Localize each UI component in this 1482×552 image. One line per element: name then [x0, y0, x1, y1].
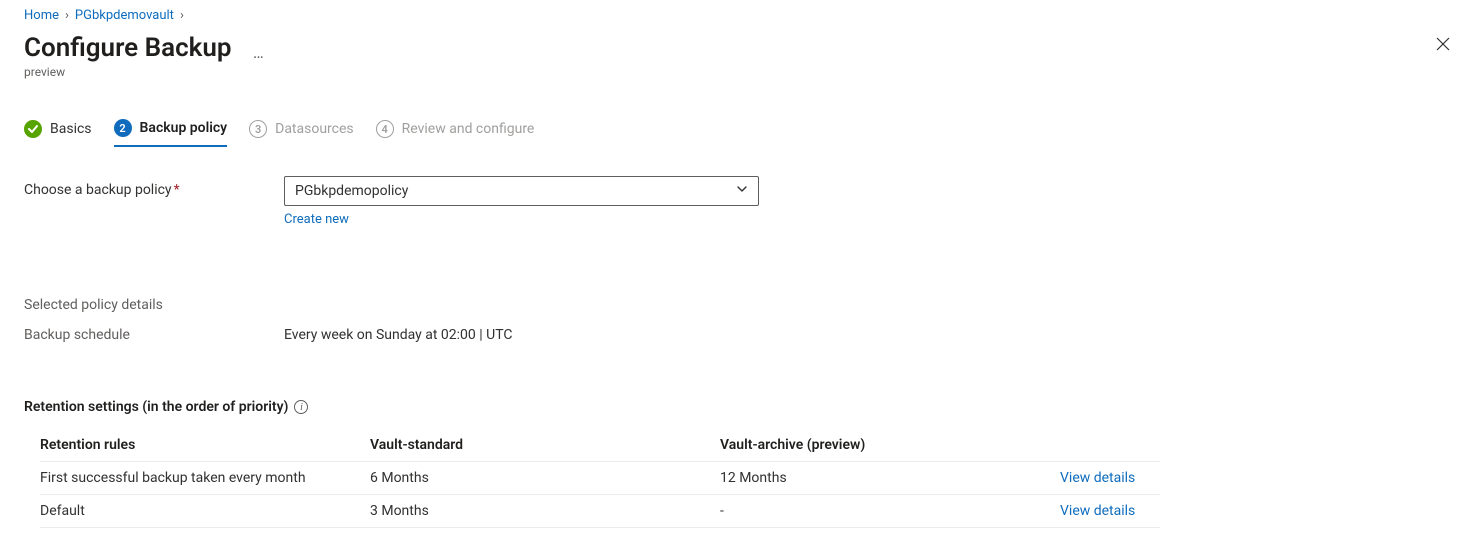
page-header: Configure Backup … preview: [24, 33, 1458, 79]
close-button[interactable]: [1428, 33, 1458, 59]
cell-archive: -: [720, 503, 1060, 519]
step-label: Backup policy: [140, 120, 228, 136]
cell-rule: First successful backup taken every mont…: [40, 470, 370, 486]
table-row: First successful backup taken every mont…: [40, 462, 1160, 495]
cell-archive: 12 Months: [720, 470, 1060, 486]
field-backup-policy: Choose a backup policy* PGbkpdemopolicy …: [24, 176, 1458, 227]
required-marker: *: [174, 182, 180, 198]
breadcrumb-home[interactable]: Home: [24, 8, 59, 23]
backup-policy-select[interactable]: PGbkpdemopolicy: [284, 176, 759, 206]
chevron-down-icon: [736, 183, 748, 199]
cell-standard: 3 Months: [370, 503, 720, 519]
selected-policy-heading: Selected policy details: [24, 297, 1458, 313]
table-row: Default 3 Months - View details: [40, 495, 1160, 528]
field-label: Choose a backup policy*: [24, 176, 264, 198]
check-icon: [24, 120, 42, 138]
preview-badge: preview: [24, 65, 265, 79]
breadcrumb-separator: ›: [180, 8, 184, 23]
breadcrumb-separator: ›: [65, 8, 69, 23]
info-icon[interactable]: i: [294, 400, 308, 414]
more-actions-button[interactable]: …: [253, 43, 265, 62]
step-basics[interactable]: Basics: [24, 120, 92, 146]
retention-table: Retention rules Vault-standard Vault-arc…: [40, 429, 1160, 528]
col-vault-standard: Vault-standard: [370, 437, 720, 453]
select-value: PGbkpdemopolicy: [295, 183, 408, 199]
col-retention-rules: Retention rules: [40, 437, 370, 453]
step-number-icon: 4: [376, 120, 394, 138]
step-backup-policy[interactable]: 2 Backup policy: [114, 119, 228, 147]
step-review[interactable]: 4 Review and configure: [376, 120, 535, 146]
step-datasources[interactable]: 3 Datasources: [249, 120, 354, 146]
form-area: Choose a backup policy* PGbkpdemopolicy …: [24, 176, 1458, 528]
table-header: Retention rules Vault-standard Vault-arc…: [40, 429, 1160, 462]
step-label: Basics: [50, 121, 92, 137]
view-details-link[interactable]: View details: [1060, 470, 1135, 486]
col-vault-archive: Vault-archive (preview): [720, 437, 1060, 453]
step-number-icon: 3: [249, 120, 267, 138]
step-label: Review and configure: [402, 121, 535, 137]
close-icon: [1436, 37, 1450, 51]
breadcrumb-vault[interactable]: PGbkpdemovault: [75, 8, 174, 23]
breadcrumb: Home › PGbkpdemovault ›: [24, 8, 1458, 23]
cell-rule: Default: [40, 503, 370, 519]
wizard-steps: Basics 2 Backup policy 3 Datasources 4 R…: [24, 119, 1458, 148]
backup-schedule-value: Every week on Sunday at 02:00 | UTC: [284, 327, 513, 343]
view-details-link[interactable]: View details: [1060, 503, 1135, 519]
backup-schedule-row: Backup schedule Every week on Sunday at …: [24, 327, 1458, 343]
step-label: Datasources: [275, 121, 354, 137]
create-new-link[interactable]: Create new: [284, 212, 759, 227]
backup-schedule-label: Backup schedule: [24, 327, 284, 343]
step-number-icon: 2: [114, 119, 132, 137]
cell-standard: 6 Months: [370, 470, 720, 486]
retention-heading: Retention settings (in the order of prio…: [24, 399, 1458, 415]
page-title: Configure Backup: [24, 33, 232, 63]
